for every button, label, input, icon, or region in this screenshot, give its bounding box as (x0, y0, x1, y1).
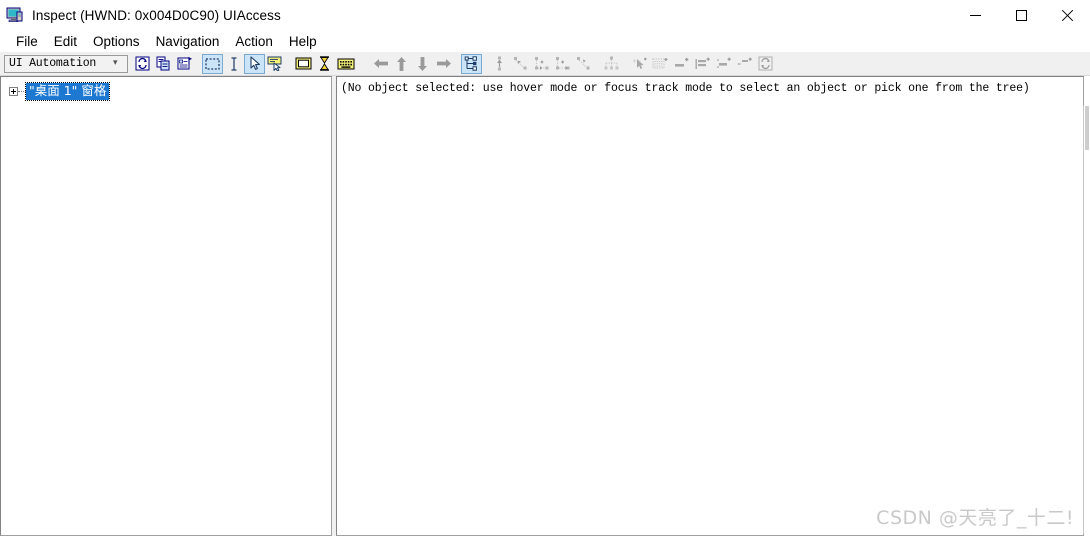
toolbar: UI Automation ▾ (0, 52, 1090, 76)
menu-item-action[interactable]: Action (227, 32, 281, 51)
watermark: CSDN @天亮了_十二! (876, 507, 1074, 529)
highlight-rectangle-icon[interactable] (293, 54, 314, 74)
tree-pane[interactable]: "桌面 1" 窗格 (0, 76, 332, 536)
maximize-button[interactable] (998, 0, 1044, 30)
navigate-descendants-icon (601, 54, 622, 74)
navigate-parent-icon (489, 54, 510, 74)
detail-pane[interactable]: (No object selected: use hover mode or f… (336, 76, 1084, 536)
tree-item-label: "桌面 1" 窗格 (24, 82, 111, 101)
no-object-selected-message: (No object selected: use hover mode or f… (341, 82, 1030, 95)
navigate-next-sibling-icon (531, 54, 552, 74)
computer-monitor-icon (6, 6, 24, 24)
provider-combo-value: UI Automation (9, 57, 97, 70)
list-children-icon (650, 54, 671, 74)
hourglass-icon[interactable] (314, 54, 335, 74)
insert-after-icon (713, 54, 734, 74)
select-element-icon (629, 54, 650, 74)
nav-back-icon[interactable] (370, 54, 391, 74)
pointer-arrow-icon[interactable] (244, 53, 265, 74)
insert-into-icon (692, 54, 713, 74)
text-caret-icon[interactable] (223, 54, 244, 74)
menu-bar: File Edit Options Navigation Action Help (0, 30, 1090, 52)
menu-item-navigation[interactable]: Navigation (148, 32, 228, 51)
close-button[interactable] (1044, 0, 1090, 30)
menu-item-file[interactable]: File (8, 32, 46, 51)
navigate-previous-sibling-icon (552, 54, 573, 74)
menu-item-options[interactable]: Options (85, 32, 148, 51)
refresh-tree-icon (755, 54, 776, 74)
menu-item-edit[interactable]: Edit (46, 32, 85, 51)
provider-combo-box[interactable]: UI Automation ▾ (4, 54, 128, 73)
title-bar: Inspect (HWND: 0x004D0C90) UIAccess (0, 0, 1090, 30)
remove-item-icon (734, 54, 755, 74)
maximize-icon (1015, 9, 1027, 21)
minimize-button[interactable] (952, 0, 998, 30)
navigate-first-child-icon (510, 54, 531, 74)
tree-view-icon[interactable] (461, 53, 482, 74)
navigate-last-child-icon (573, 54, 594, 74)
outer-scrollbar-thumb[interactable] (1085, 106, 1089, 150)
window-title: Inspect (HWND: 0x004D0C90) UIAccess (32, 7, 281, 23)
refresh-icon[interactable] (132, 54, 153, 74)
nav-down-icon[interactable] (412, 54, 433, 74)
nav-forward-icon[interactable] (433, 54, 454, 74)
nav-up-icon[interactable] (391, 54, 412, 74)
plus-expander-icon[interactable] (9, 87, 18, 96)
window-controls (952, 0, 1090, 30)
keyboard-icon[interactable] (335, 54, 356, 74)
outer-scrollbar[interactable] (1083, 106, 1090, 534)
properties-icon[interactable] (174, 54, 195, 74)
marquee-select-icon[interactable] (202, 53, 223, 74)
copy-icon[interactable] (153, 54, 174, 74)
chevron-down-icon: ▾ (113, 57, 118, 68)
menu-item-help[interactable]: Help (281, 32, 325, 51)
close-icon (1061, 9, 1074, 22)
main-content: "桌面 1" 窗格 (No object selected: use hover… (0, 76, 1090, 536)
insert-before-icon (671, 54, 692, 74)
tree-item-desktop-pane[interactable]: "桌面 1" 窗格 (1, 82, 331, 101)
hover-mode-icon[interactable] (265, 54, 286, 74)
minimize-icon (969, 14, 981, 16)
tree-connector (18, 90, 26, 93)
